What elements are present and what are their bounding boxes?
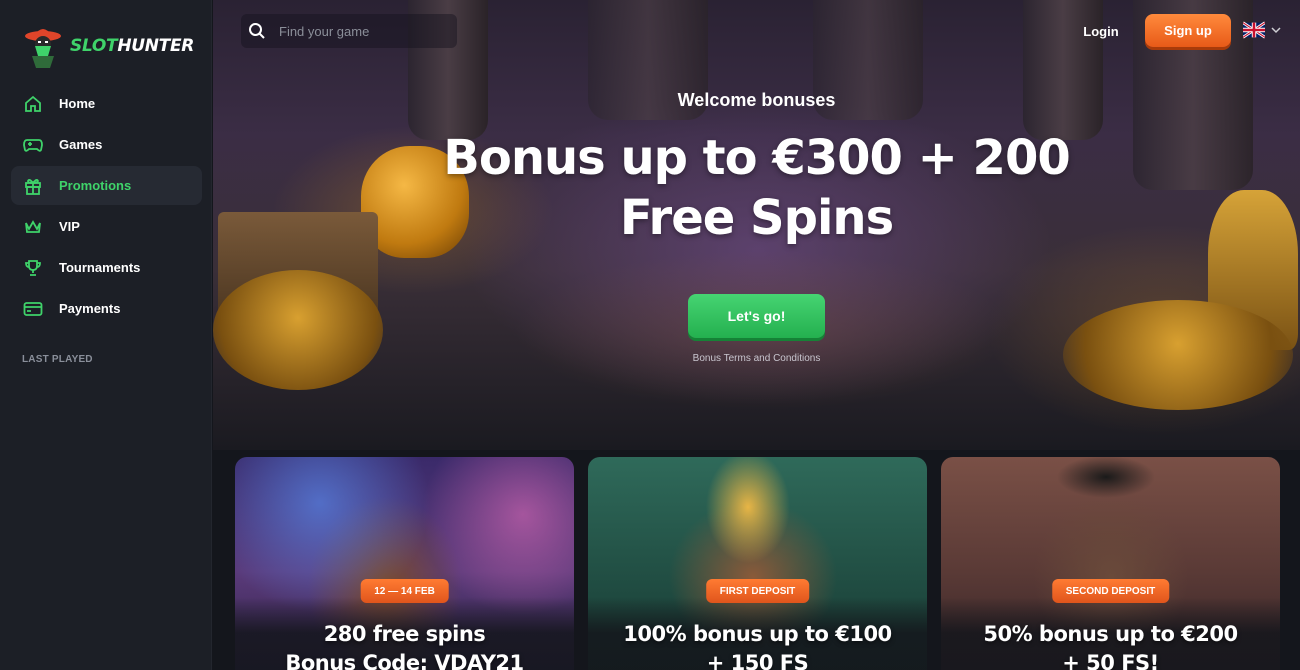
signup-button[interactable]: Sign up xyxy=(1145,14,1231,47)
last-played-heading: LAST PLAYED xyxy=(22,354,93,365)
sidebar-item-label: Tournaments xyxy=(59,260,141,275)
sidebar-item-games[interactable]: Games xyxy=(11,125,202,164)
sidebar-item-label: Payments xyxy=(59,301,121,316)
logo[interactable]: SLOTHUNTER xyxy=(24,22,194,70)
search-icon xyxy=(248,22,266,40)
promo-badge: FIRST DEPOSIT xyxy=(705,579,810,603)
sidebar-item-tournaments[interactable]: Tournaments xyxy=(11,248,202,287)
uk-flag-icon xyxy=(1243,20,1265,40)
hero-banner: Login Sign up Welcome bonuses Bonus up t… xyxy=(213,0,1300,450)
login-button[interactable]: Login xyxy=(1071,17,1131,45)
hero-title-line: Free Spins xyxy=(619,190,894,246)
sidebar-item-label: Home xyxy=(59,96,96,111)
promo-card-valentines[interactable]: 12 — 14 FEB 280 free spins Bonus Code: V… xyxy=(235,457,574,670)
chevron-down-icon xyxy=(1271,21,1281,39)
hero-subtitle: Welcome bonuses xyxy=(677,90,836,110)
search-bar xyxy=(241,14,457,48)
trophy-icon xyxy=(23,258,43,278)
promo-card-second-deposit[interactable]: SECOND DEPOSIT 50% bonus up to €200 + 50… xyxy=(941,457,1280,670)
promo-title-line: 280 free spins xyxy=(323,622,486,646)
logo-text: SLOTHUNTER xyxy=(70,36,195,56)
sidebar-item-label: VIP xyxy=(59,219,80,234)
crown-icon xyxy=(23,217,43,237)
hero-title-line: Bonus up to €300 + 200 xyxy=(443,130,1071,186)
promo-title-line: + 50 FS! xyxy=(1062,651,1159,670)
gamepad-icon xyxy=(23,135,43,155)
promo-badge: 12 — 14 FEB xyxy=(360,579,449,603)
gold-coins-image xyxy=(213,270,383,390)
sidebar: SLOTHUNTER Home Games Promotions VIP Tou… xyxy=(0,0,212,670)
sidebar-item-label: Games xyxy=(59,137,103,152)
sidebar-item-label: Promotions xyxy=(59,178,132,193)
promo-title-line: 50% bonus up to €200 xyxy=(983,622,1238,646)
promo-badge: SECOND DEPOSIT xyxy=(1051,579,1170,603)
sidebar-item-payments[interactable]: Payments xyxy=(11,289,202,328)
search-input[interactable] xyxy=(279,23,429,39)
promo-title-line: + 150 FS xyxy=(706,651,809,670)
hero-title: Bonus up to €300 + 200 Free Spins xyxy=(213,128,1300,248)
sidebar-item-home[interactable]: Home xyxy=(11,84,202,123)
home-icon xyxy=(23,94,43,114)
language-selector[interactable] xyxy=(1243,20,1281,40)
promo-title: 280 free spins Bonus Code: VDAY21 xyxy=(235,620,574,670)
sidebar-item-vip[interactable]: VIP xyxy=(11,207,202,246)
card-icon xyxy=(23,299,43,319)
gift-icon xyxy=(23,176,43,196)
promo-title: 100% bonus up to €100 + 150 FS xyxy=(588,620,927,670)
cowboy-logo-icon xyxy=(24,22,62,70)
promo-title-line: Bonus Code: VDAY21 xyxy=(285,651,524,670)
sidebar-item-promotions[interactable]: Promotions xyxy=(11,166,202,205)
promo-title-line: 100% bonus up to €100 xyxy=(623,622,892,646)
promo-title: 50% bonus up to €200 + 50 FS! xyxy=(941,620,1280,670)
lets-go-button[interactable]: Let's go! xyxy=(688,294,825,338)
sidebar-nav: Home Games Promotions VIP Tournaments Pa… xyxy=(11,84,202,330)
bonus-terms-link[interactable]: Bonus Terms and Conditions xyxy=(213,353,1300,364)
main-content: Login Sign up Welcome bonuses Bonus up t… xyxy=(213,0,1300,670)
promo-card-first-deposit[interactable]: FIRST DEPOSIT 100% bonus up to €100 + 15… xyxy=(588,457,927,670)
